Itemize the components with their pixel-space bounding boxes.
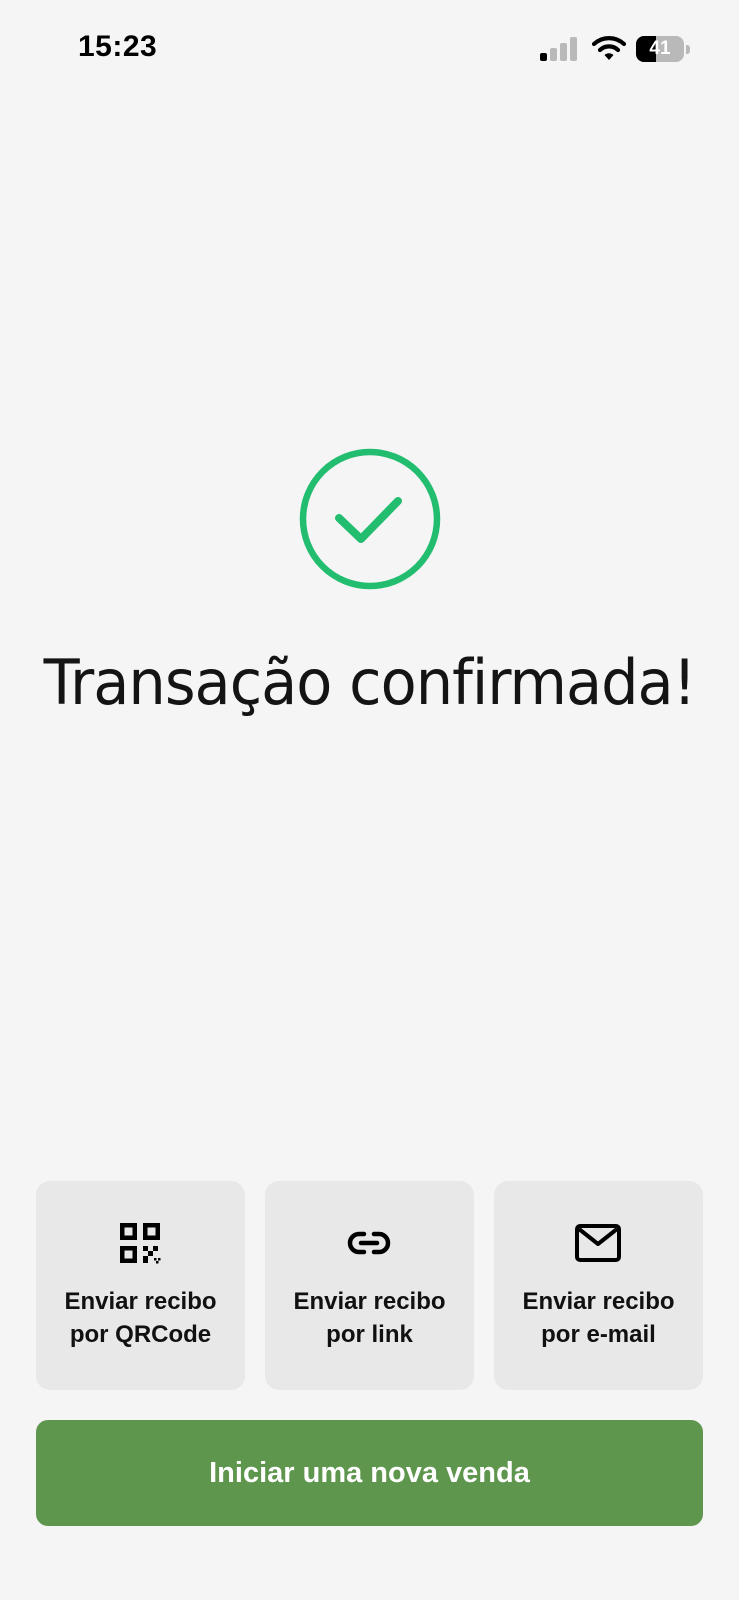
start-new-sale-button[interactable]: Iniciar uma nova venda [36, 1420, 703, 1526]
battery-indicator: 41 [636, 36, 690, 62]
send-receipt-link-button[interactable]: Enviar recibo por link [265, 1181, 474, 1390]
action-label-line1: Enviar recibo [64, 1288, 217, 1315]
status-time: 15:23 [78, 30, 158, 63]
action-label: Enviar recibo por e-mail [494, 1285, 703, 1351]
send-receipt-email-button[interactable]: Enviar recibo por e-mail [494, 1181, 703, 1390]
mail-icon [575, 1224, 621, 1262]
receipt-actions: Enviar recibo por QRCode Enviar recibo p… [36, 1181, 703, 1391]
qr-code-icon [120, 1223, 161, 1264]
action-label-line2: por link [326, 1321, 413, 1348]
page-title: Transação confirmada! [43, 646, 697, 719]
wifi-icon [592, 36, 626, 60]
action-label-line2: por e-mail [541, 1321, 656, 1348]
battery-cap [686, 45, 690, 54]
status-bar: 15:23 41 [0, 0, 739, 100]
action-label: Enviar recibo por QRCode [36, 1285, 245, 1351]
action-label-line1: Enviar recibo [522, 1288, 675, 1315]
send-receipt-qrcode-button[interactable]: Enviar recibo por QRCode [36, 1181, 245, 1390]
action-label-line2: por QRCode [69, 1321, 212, 1348]
battery-level: 41 [649, 38, 671, 59]
link-icon [347, 1231, 391, 1255]
battery-icon: 41 [636, 36, 684, 62]
action-label: Enviar recibo por link [265, 1285, 474, 1351]
check-circle-icon [299, 448, 441, 590]
cellular-signal-icon [540, 37, 577, 61]
action-label-line1: Enviar recibo [293, 1288, 446, 1315]
